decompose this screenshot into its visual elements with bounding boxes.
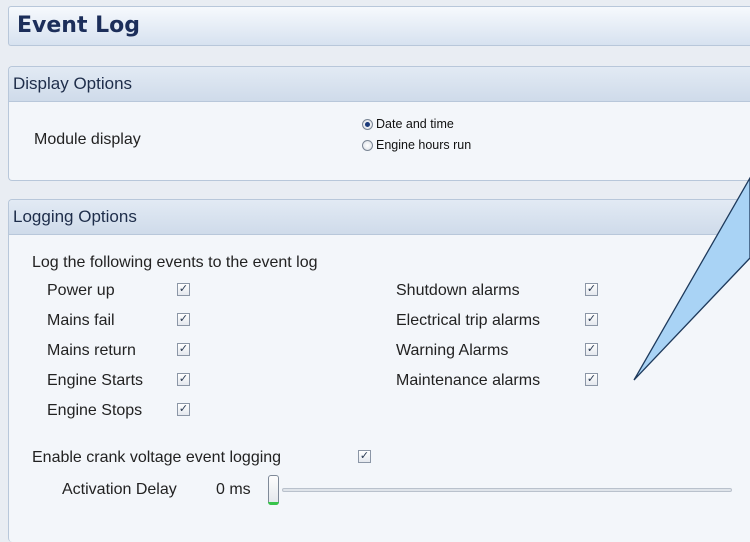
callout-pointer	[633, 176, 750, 381]
